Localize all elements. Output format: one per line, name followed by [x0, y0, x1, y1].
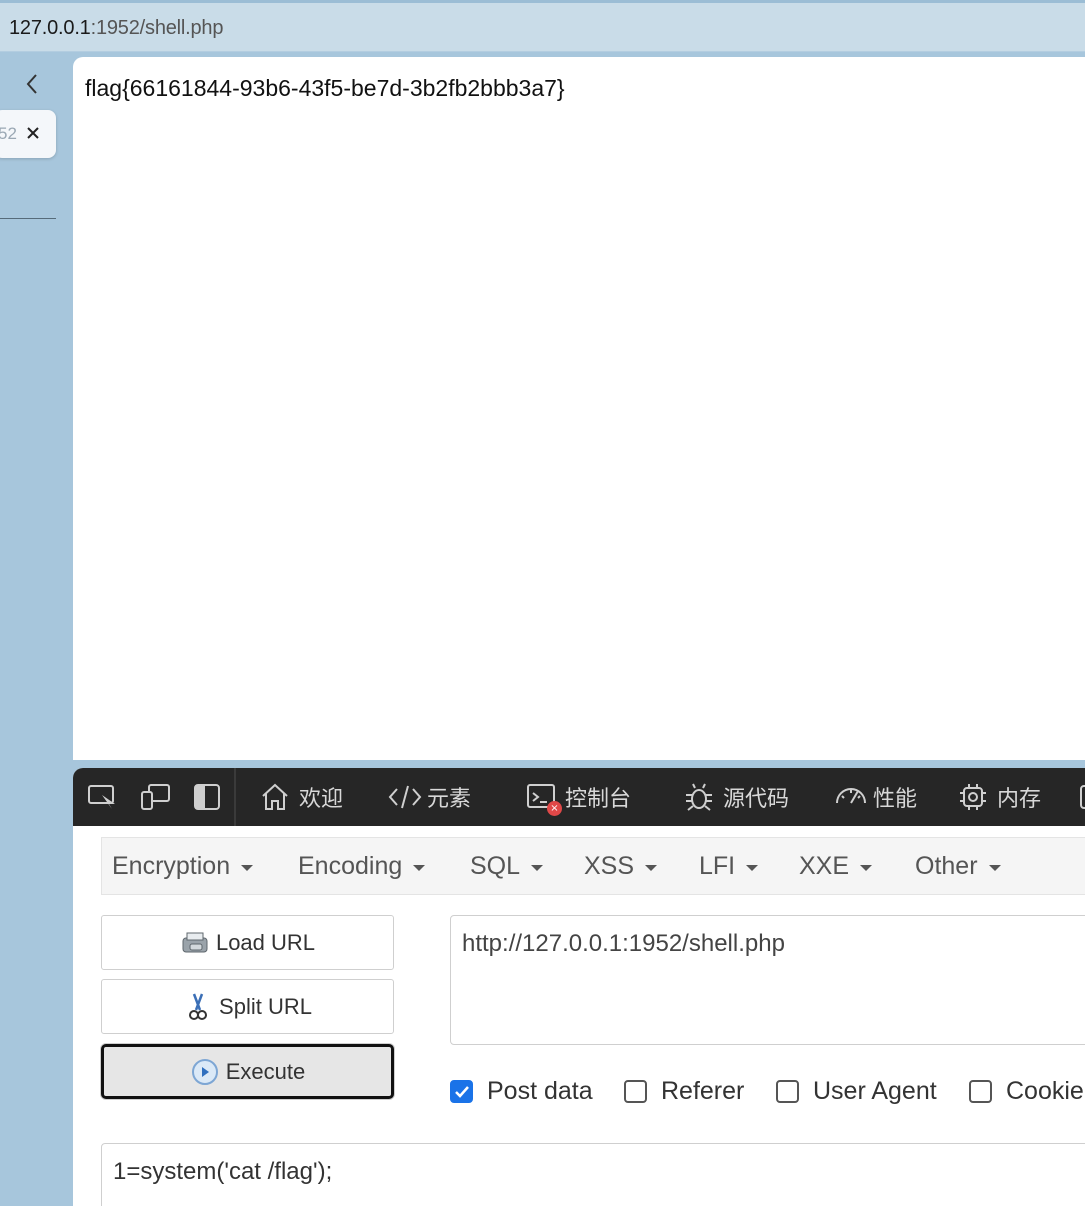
cookie-label: Cookie	[1006, 1077, 1084, 1105]
tab-title-fragment: 52	[0, 124, 17, 143]
caret-down-icon	[241, 865, 254, 871]
active-tab[interactable]: 52	[0, 110, 56, 158]
caret-down-icon	[413, 865, 426, 871]
load-url-label: Load URL	[215, 929, 316, 955]
menu-lfi-label: LFI	[699, 852, 736, 880]
split-url-button[interactable]: Split URL	[101, 979, 394, 1034]
console-icon: ×	[525, 781, 562, 816]
checkbox-empty-icon	[624, 1080, 647, 1103]
menu-xxe[interactable]: XXE	[799, 852, 873, 881]
caret-down-icon	[746, 865, 759, 871]
devtools-panel: 欢迎 元素 × 控制台 源代码 性能 内存 Encryption Encodin…	[73, 768, 1085, 1206]
bug-icon	[683, 781, 715, 813]
caret-down-icon	[988, 865, 1001, 871]
tab-welcome-label: 欢迎	[299, 787, 344, 812]
load-url-button[interactable]: Load URL	[101, 915, 394, 970]
menu-encryption-label: Encryption	[112, 852, 231, 880]
tab-elements-label: 元素	[427, 787, 472, 812]
split-url-label: Split URL	[219, 993, 312, 1019]
tab-console[interactable]: × 控制台	[525, 780, 632, 816]
tab-memory-label: 内存	[997, 787, 1042, 812]
address-host: 127.0.0.1	[9, 17, 91, 39]
chip-icon	[957, 781, 989, 813]
tab-sources[interactable]: 源代码	[683, 780, 789, 814]
close-icon[interactable]	[22, 120, 44, 146]
device-toggle-icon[interactable]	[139, 781, 171, 813]
tab-performance-label: 性能	[873, 787, 918, 812]
menu-xss-label: XSS	[584, 852, 635, 880]
vertical-tab-rail: 52	[0, 52, 73, 1206]
toolbar-separator	[234, 768, 236, 826]
execute-label: Execute	[225, 1058, 306, 1084]
speedometer-icon	[833, 781, 866, 813]
request-options: Post data Referer User Agent Cookie	[450, 1077, 1085, 1113]
checkmark-icon	[450, 1080, 473, 1103]
user-agent-checkbox[interactable]: User Agent	[776, 1077, 937, 1106]
devtools-tabbar: 欢迎 元素 × 控制台 源代码 性能 内存	[73, 768, 1085, 826]
menu-lfi[interactable]: LFI	[699, 852, 759, 881]
scissors-icon	[183, 992, 213, 1022]
tab-sources-label: 源代码	[723, 787, 790, 812]
checkbox-empty-icon	[776, 1080, 799, 1103]
menu-other-label: Other	[915, 852, 978, 880]
play-icon	[190, 1057, 220, 1087]
menu-encryption[interactable]: Encryption	[112, 852, 254, 881]
menu-xxe-label: XXE	[799, 852, 850, 880]
execute-button[interactable]: Execute	[101, 1044, 394, 1099]
caret-down-icon	[645, 865, 658, 871]
caret-down-icon	[860, 865, 873, 871]
inspect-icon[interactable]	[87, 781, 119, 813]
address-url[interactable]: 127.0.0.1:1952/shell.php	[9, 17, 223, 40]
menu-other[interactable]: Other	[915, 852, 1001, 881]
address-path: :1952/shell.php	[90, 17, 224, 39]
hackbar-menu: Encryption Encoding SQL XSS LFI XXE Othe…	[101, 837, 1085, 895]
flag-output: flag{66161844-93b6-43f5-be7d-3b2fb2bbb3a…	[85, 75, 565, 101]
post-data-textarea[interactable]: 1=system('cat /flag');	[101, 1143, 1085, 1206]
load-url-icon	[180, 928, 210, 958]
home-icon	[259, 781, 291, 813]
menu-sql[interactable]: SQL	[470, 852, 544, 881]
url-textarea[interactable]: http://127.0.0.1:1952/shell.php	[450, 915, 1085, 1045]
page-viewport: flag{66161844-93b6-43f5-be7d-3b2fb2bbb3a…	[73, 57, 1085, 760]
dock-side-icon[interactable]	[193, 781, 221, 813]
checkbox-empty-icon	[969, 1080, 992, 1103]
tab-welcome[interactable]: 欢迎	[259, 780, 343, 814]
console-error-badge: ×	[547, 801, 562, 816]
code-brackets-icon	[387, 781, 422, 813]
referer-label: Referer	[661, 1077, 745, 1105]
cookie-checkbox[interactable]: Cookie	[969, 1077, 1084, 1106]
caret-down-icon	[531, 865, 544, 871]
tab-elements[interactable]: 元素	[387, 780, 471, 814]
address-bar[interactable]: 127.0.0.1:1952/shell.php	[0, 0, 1085, 52]
post-data-checkbox[interactable]: Post data	[450, 1077, 593, 1106]
rail-divider	[0, 218, 56, 219]
menu-encoding[interactable]: Encoding	[298, 852, 426, 881]
referer-checkbox[interactable]: Referer	[624, 1077, 744, 1106]
user-agent-label: User Agent	[813, 1077, 937, 1105]
tab-performance[interactable]: 性能	[833, 780, 917, 814]
more-tabs-icon[interactable]	[1079, 781, 1085, 813]
menu-sql-label: SQL	[470, 852, 521, 880]
tab-memory[interactable]: 内存	[957, 780, 1041, 814]
menu-xss[interactable]: XSS	[584, 852, 658, 881]
collapse-chevron-icon[interactable]	[20, 70, 44, 98]
post-data-label: Post data	[487, 1077, 593, 1105]
menu-encoding-label: Encoding	[298, 852, 403, 880]
tab-console-label: 控制台	[565, 787, 632, 812]
